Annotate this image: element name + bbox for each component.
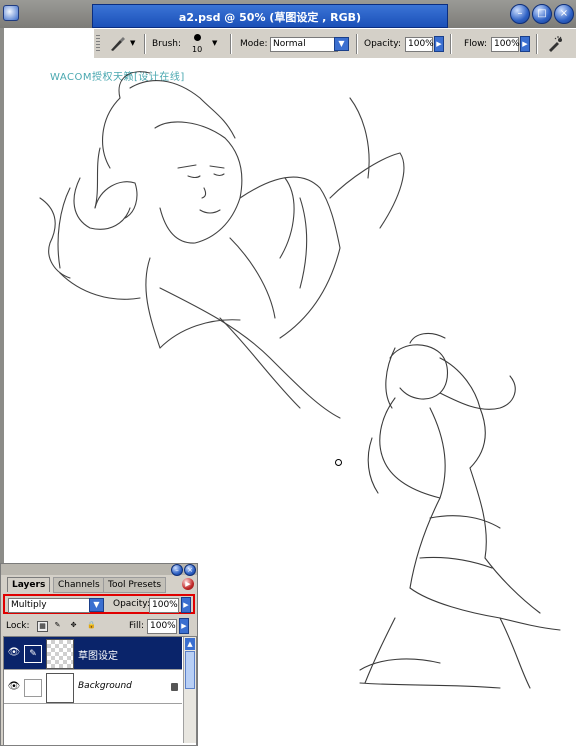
visibility-eye-icon[interactable]: 👁 xyxy=(6,679,22,695)
layer-thumbnail xyxy=(46,673,74,703)
fill-field[interactable]: 100% xyxy=(147,619,177,634)
blend-mode-select[interactable]: Multiply xyxy=(8,598,90,613)
flow-label: Flow: xyxy=(464,39,488,49)
fill-slider-icon[interactable]: ▶ xyxy=(179,618,189,634)
palette-close-icon[interactable]: × xyxy=(184,564,196,576)
tab-tool-presets[interactable]: Tool Presets xyxy=(103,577,167,593)
visibility-eye-icon[interactable]: 👁 xyxy=(6,645,22,661)
flow-slider-icon[interactable]: ▶ xyxy=(520,36,530,52)
layer-opacity-slider-icon[interactable]: ▶ xyxy=(181,597,191,613)
separator xyxy=(230,34,232,54)
link-cell[interactable] xyxy=(24,679,42,697)
tab-channels[interactable]: Channels xyxy=(53,577,105,593)
minimize-icon[interactable]: – xyxy=(510,4,530,24)
tab-layers[interactable]: Layers xyxy=(7,577,51,592)
palette-title-strip[interactable] xyxy=(1,564,197,575)
blend-mode-dropdown-icon[interactable]: ▼ xyxy=(89,598,104,612)
brush-link-icon[interactable]: ✎ xyxy=(24,645,42,663)
lock-label: Lock: xyxy=(6,621,30,631)
separator xyxy=(144,34,146,54)
layer-opacity-label: Opacity: xyxy=(113,599,150,609)
options-bar: ▼ Brush: 10 ▼ Mode: Normal ▼ Opacity: 10… xyxy=(94,28,576,60)
opacity-label: Opacity: xyxy=(364,39,401,49)
brush-size: 10 xyxy=(192,45,203,54)
lock-move-icon[interactable]: ✥ xyxy=(69,621,78,630)
options-bar-grip[interactable] xyxy=(96,35,100,53)
palette-minimize-icon[interactable]: – xyxy=(171,564,183,576)
brush-dropdown-icon[interactable]: ▼ xyxy=(212,39,217,47)
layers-list: 👁 ✎ 草图设定 👁 Background ▲ xyxy=(3,636,197,746)
lock-transparent-icon[interactable]: ▦ xyxy=(37,621,48,632)
separator xyxy=(450,34,452,54)
layer-row-background[interactable]: 👁 Background xyxy=(4,671,182,704)
mode-dropdown-icon[interactable]: ▼ xyxy=(334,37,349,51)
mode-label: Mode: xyxy=(240,39,268,49)
blend-opacity-highlight: Multiply ▼ Opacity: 100% ▶ xyxy=(3,594,195,614)
opacity-field[interactable]: 100% xyxy=(405,37,434,52)
mode-select[interactable]: Normal xyxy=(270,37,338,52)
layers-scrollbar[interactable]: ▲ xyxy=(183,637,196,743)
flow-field[interactable]: 100% xyxy=(491,37,520,52)
title-bar: a2.psd @ 50% (草图设定 , RGB) – □ × xyxy=(0,0,576,28)
scroll-up-icon[interactable]: ▲ xyxy=(185,638,195,650)
layer-name: Background xyxy=(78,681,132,691)
layers-palette: – × Layers Channels Tool Presets ▶ Multi… xyxy=(0,563,198,746)
maximize-icon[interactable]: □ xyxy=(532,4,552,24)
window-title: a2.psd @ 50% (草图设定 , RGB) xyxy=(178,11,362,24)
brush-tool-icon[interactable] xyxy=(108,35,126,53)
photoshop-app-icon[interactable] xyxy=(3,5,19,21)
separator xyxy=(356,34,358,54)
brush-label: Brush: xyxy=(152,39,182,49)
layer-lock-icon xyxy=(171,683,178,691)
layer-opacity-field[interactable]: 100% xyxy=(149,598,179,613)
fill-label: Fill: xyxy=(129,621,145,631)
lock-paint-icon[interactable]: ✎ xyxy=(53,621,62,630)
brush-preview-icon[interactable] xyxy=(194,34,201,41)
brush-cursor xyxy=(335,459,342,466)
layer-row-selected[interactable]: 👁 ✎ 草图设定 xyxy=(4,637,182,670)
separator xyxy=(536,34,538,54)
scroll-thumb[interactable] xyxy=(185,651,195,689)
document-title-bar[interactable]: a2.psd @ 50% (草图设定 , RGB) xyxy=(92,4,448,28)
lock-all-icon[interactable]: 🔒 xyxy=(87,621,96,630)
tool-preset-dropdown-icon[interactable]: ▼ xyxy=(130,39,135,47)
layer-name: 草图设定 xyxy=(78,651,118,662)
close-icon[interactable]: × xyxy=(554,4,574,24)
palette-menu-icon[interactable]: ▶ xyxy=(182,578,194,590)
airbrush-icon[interactable] xyxy=(546,35,564,53)
layer-thumbnail xyxy=(46,639,74,669)
opacity-slider-icon[interactable]: ▶ xyxy=(434,36,444,52)
lock-row: Lock: ▦ ✎ ✥ 🔒 Fill: 100% ▶ xyxy=(1,617,197,635)
